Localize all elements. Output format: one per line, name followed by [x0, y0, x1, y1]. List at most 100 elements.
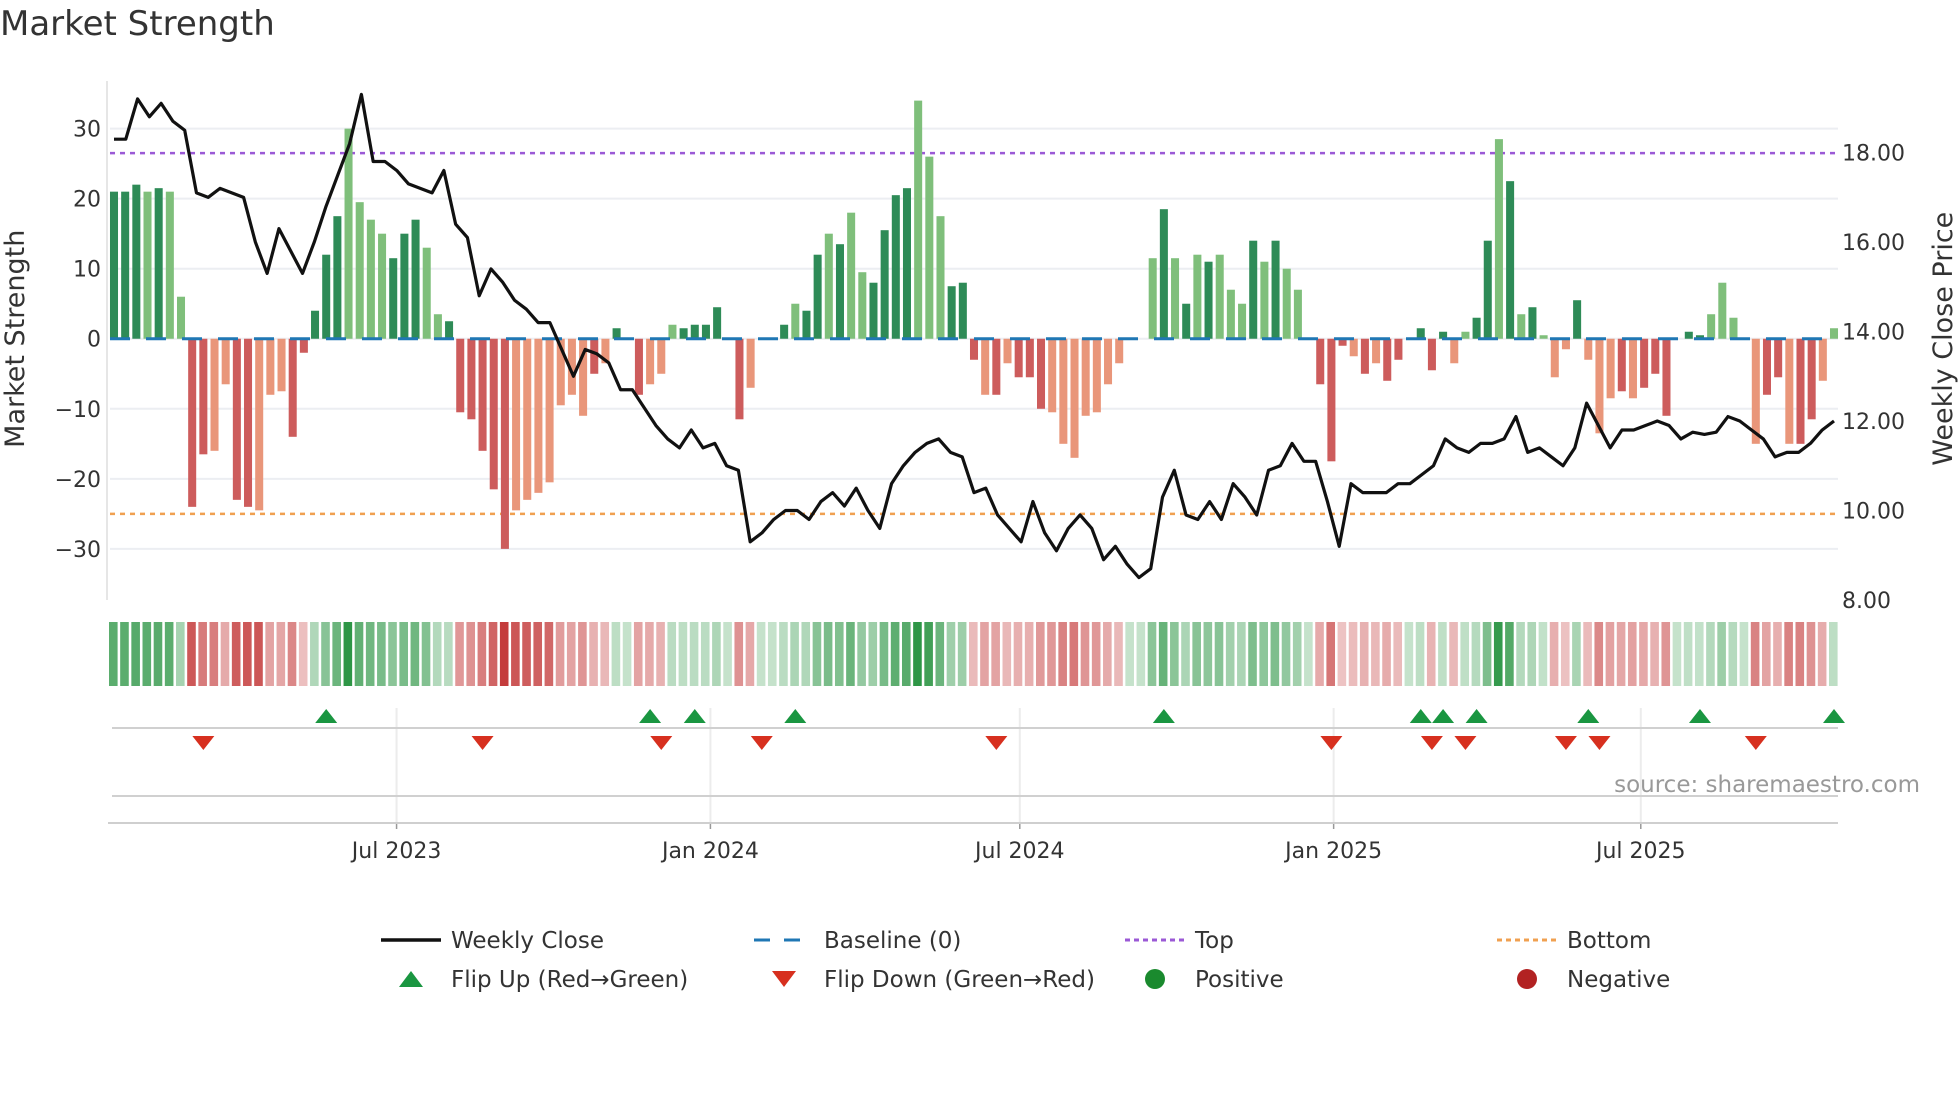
- flip-down-marker: [650, 736, 673, 750]
- strength-strip-cell: [1047, 622, 1056, 686]
- strength-strip-cell: [209, 622, 219, 686]
- strength-bar: [1561, 338, 1570, 350]
- strength-bar: [1573, 300, 1582, 339]
- strength-bar: [880, 230, 889, 339]
- y-tick-label: 0: [87, 328, 101, 353]
- strength-strip-cell: [298, 622, 308, 686]
- strength-bar: [400, 233, 409, 339]
- strength-strip-cell: [1505, 622, 1514, 686]
- flip-down-marker: [192, 736, 215, 750]
- strength-bar: [1528, 307, 1537, 339]
- strength-bar: [1349, 338, 1358, 357]
- strength-bar: [545, 338, 554, 483]
- strength-bar: [847, 212, 856, 339]
- strength-bar: [1003, 338, 1012, 364]
- strength-strip-cell: [388, 622, 397, 686]
- strength-strip-cell: [555, 622, 565, 686]
- strength-strip-cell: [1259, 622, 1268, 686]
- flip-down-marker: [1588, 736, 1611, 750]
- strength-strip-cell: [466, 622, 476, 686]
- strength-bar: [143, 191, 152, 339]
- strength-strip-cell: [913, 622, 922, 686]
- strength-bar: [1416, 328, 1425, 339]
- strength-bar: [1025, 338, 1034, 378]
- strength-bar: [824, 233, 833, 339]
- strength-strip-cell: [1203, 622, 1213, 686]
- flip-up-marker: [1432, 709, 1455, 723]
- strength-bar: [1238, 303, 1247, 339]
- strength-bar: [1293, 289, 1302, 339]
- y-tick-label: −30: [55, 538, 101, 563]
- flip-up-marker: [1409, 709, 1432, 723]
- strength-strip-cell: [1114, 622, 1123, 686]
- strength-strip-cell: [1170, 622, 1179, 686]
- strength-bar: [199, 338, 208, 455]
- strength-bar: [1383, 338, 1392, 381]
- strength-bar: [165, 191, 174, 339]
- x-tick-label: Jul 2024: [973, 839, 1065, 864]
- strength-strip-cell: [1761, 622, 1771, 686]
- strength-bar: [433, 314, 442, 339]
- strength-bar: [534, 338, 543, 493]
- strength-bar: [232, 338, 241, 500]
- flip-up-marker: [315, 709, 338, 723]
- strength-strip-cell: [1706, 622, 1715, 686]
- strength-strip-cell: [1158, 622, 1168, 686]
- strength-strip-cell: [499, 622, 509, 686]
- strength-bar: [1059, 338, 1068, 444]
- y-tick-label: 20: [73, 188, 101, 213]
- strength-strip-cell: [756, 622, 766, 686]
- y2-tick-label: 10.00: [1842, 500, 1905, 525]
- strength-strip-cell: [243, 622, 252, 686]
- strength-bar: [657, 338, 666, 374]
- strength-strip-cell: [1304, 622, 1313, 686]
- strength-strip-cell: [265, 622, 274, 686]
- strength-bar: [299, 338, 308, 353]
- strength-bar: [1718, 282, 1727, 339]
- y-axis-title: Market Strength: [0, 230, 31, 448]
- strength-strip-cell: [1627, 622, 1637, 686]
- strength-bar: [813, 254, 822, 339]
- strength-strip-cell: [1795, 622, 1805, 686]
- strength-bar: [1807, 338, 1816, 420]
- strength-strip-cell: [1784, 622, 1793, 686]
- strength-strip-cell: [1426, 622, 1436, 686]
- legend-label: Negative: [1567, 967, 1670, 993]
- legend-label: Weekly Close: [451, 928, 604, 954]
- strength-bar: [992, 338, 1001, 395]
- strength-strip-cell: [522, 622, 531, 686]
- strength-strip-cell: [153, 622, 163, 686]
- strength-strip-cell: [734, 622, 744, 686]
- strength-strip-cell: [354, 622, 364, 686]
- y2-axis-title: Weekly Close Price: [1928, 212, 1959, 466]
- strength-strip-cell: [176, 622, 185, 686]
- strength-bar: [1115, 338, 1124, 364]
- strength-bar: [1684, 331, 1693, 339]
- strength-strip-cell: [1359, 622, 1369, 686]
- flip-down-marker: [1744, 736, 1767, 750]
- strength-bar: [1628, 338, 1637, 399]
- strength-bar: [188, 338, 197, 507]
- strength-strip-cell: [365, 622, 375, 686]
- strength-bar: [1829, 328, 1839, 339]
- strength-strip-cell: [901, 622, 911, 686]
- strength-bar: [902, 188, 912, 339]
- strength-strip-cell: [1482, 622, 1492, 686]
- strength-strip-cell: [611, 622, 621, 686]
- strength-strip-cell: [980, 622, 989, 686]
- strength-strip-cell: [1672, 622, 1682, 686]
- strength-bar: [210, 338, 219, 451]
- strength-bar: [389, 258, 398, 339]
- strength-bar: [1662, 338, 1671, 416]
- strength-strip-cell: [812, 622, 822, 686]
- strength-strip-cell: [1739, 622, 1749, 686]
- strength-strip-cell: [589, 622, 598, 686]
- strength-strip-cell: [1404, 622, 1414, 686]
- legend-label: Flip Down (Green→Red): [824, 967, 1095, 993]
- strength-bar: [1372, 338, 1381, 364]
- source-label: source: sharemaestro.com: [1614, 772, 1920, 798]
- flip-up-marker: [639, 709, 662, 723]
- strength-strip-cell: [1594, 622, 1604, 686]
- strength-bar: [154, 188, 163, 339]
- strength-strip-cell: [1125, 622, 1134, 686]
